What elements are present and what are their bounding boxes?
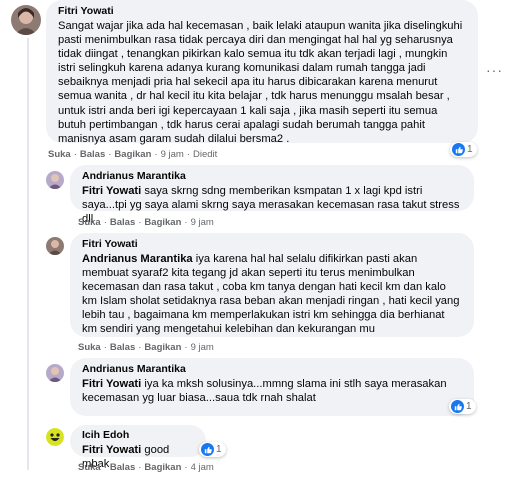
like-button[interactable]: Suka (78, 342, 101, 353)
thumbs-up-icon (452, 143, 465, 156)
mention-link[interactable]: Fitri Yowati (82, 378, 141, 390)
comment-author[interactable]: Icih Edoh (82, 429, 194, 442)
share-button[interactable]: Bagikan (144, 217, 181, 228)
share-button[interactable]: Bagikan (144, 462, 181, 473)
share-button[interactable]: Bagikan (144, 342, 181, 353)
reaction-count[interactable]: 1 (449, 399, 476, 414)
comment-bubble: Andrianus Marantika Fitri Yowati saya sk… (70, 165, 474, 225)
thumbs-up-icon (451, 400, 464, 413)
comment-bubble: Icih Edoh Fitri Yowati good mbak (70, 425, 206, 470)
reaction-count[interactable]: 1 (199, 442, 226, 457)
reaction-count[interactable]: 1 (450, 142, 477, 157)
like-button[interactable]: Suka (78, 462, 101, 473)
comment-actions: Suka · Balas · Bagikan · 9 jam (78, 217, 214, 228)
reaction-number: 1 (467, 144, 473, 155)
avatar[interactable] (46, 171, 64, 189)
comment-author[interactable]: Fitri Yowati (82, 238, 462, 251)
comment-bubble: Andrianus Marantika Fitri Yowati iya ka … (70, 358, 474, 416)
reply-button[interactable]: Balas (110, 462, 135, 473)
comment-author[interactable]: Andrianus Marantika (82, 170, 462, 183)
comment-bubble: Fitri Yowati Sangat wajar jika ada hal k… (46, 0, 478, 145)
comment-bubble: Fitri Yowati Andrianus Marantika iya kar… (70, 233, 474, 337)
comment-text: Sangat wajar jika ada hal kecemasan , ba… (58, 20, 463, 145)
timestamp[interactable]: 9 jam (191, 217, 214, 228)
comment-text: Andrianus Marantika iya karena hal hal s… (82, 253, 460, 336)
comment-actions: Suka · Balas · Bagikan · 9 jam (78, 342, 214, 353)
mention-link[interactable]: Fitri Yowati (82, 444, 141, 456)
comment-actions: Suka · Balas · Bagikan · 9 jam · Diedit (48, 149, 218, 160)
avatar[interactable] (46, 237, 64, 255)
comment-author[interactable]: Fitri Yowati (58, 5, 466, 18)
comment-text: Fitri Yowati iya ka mksh solusinya...mmn… (82, 378, 447, 405)
timestamp[interactable]: 9 jam (191, 342, 214, 353)
thumbs-up-icon (201, 443, 214, 456)
comment-author[interactable]: Andrianus Marantika (82, 363, 462, 376)
reply-button[interactable]: Balas (110, 217, 135, 228)
mention-link[interactable]: Fitri Yowati (82, 185, 141, 197)
thread-line (27, 38, 29, 470)
more-options-icon[interactable]: ··· (486, 62, 503, 78)
like-button[interactable]: Suka (48, 149, 71, 160)
avatar[interactable] (46, 364, 64, 382)
timestamp[interactable]: 9 jam (161, 149, 184, 160)
mention-link[interactable]: Andrianus Marantika (82, 253, 193, 265)
share-button[interactable]: Bagikan (114, 149, 151, 160)
avatar[interactable] (46, 428, 64, 446)
avatar[interactable] (11, 5, 41, 35)
comment-actions: Suka · Balas · Bagikan · 4 jam (78, 462, 214, 473)
edited-label: Diedit (192, 149, 218, 160)
reply-button[interactable]: Balas (110, 342, 135, 353)
reply-button[interactable]: Balas (80, 149, 105, 160)
like-button[interactable]: Suka (78, 217, 101, 228)
timestamp[interactable]: 4 jam (191, 462, 214, 473)
reaction-number: 1 (216, 444, 222, 455)
reaction-number: 1 (466, 401, 472, 412)
